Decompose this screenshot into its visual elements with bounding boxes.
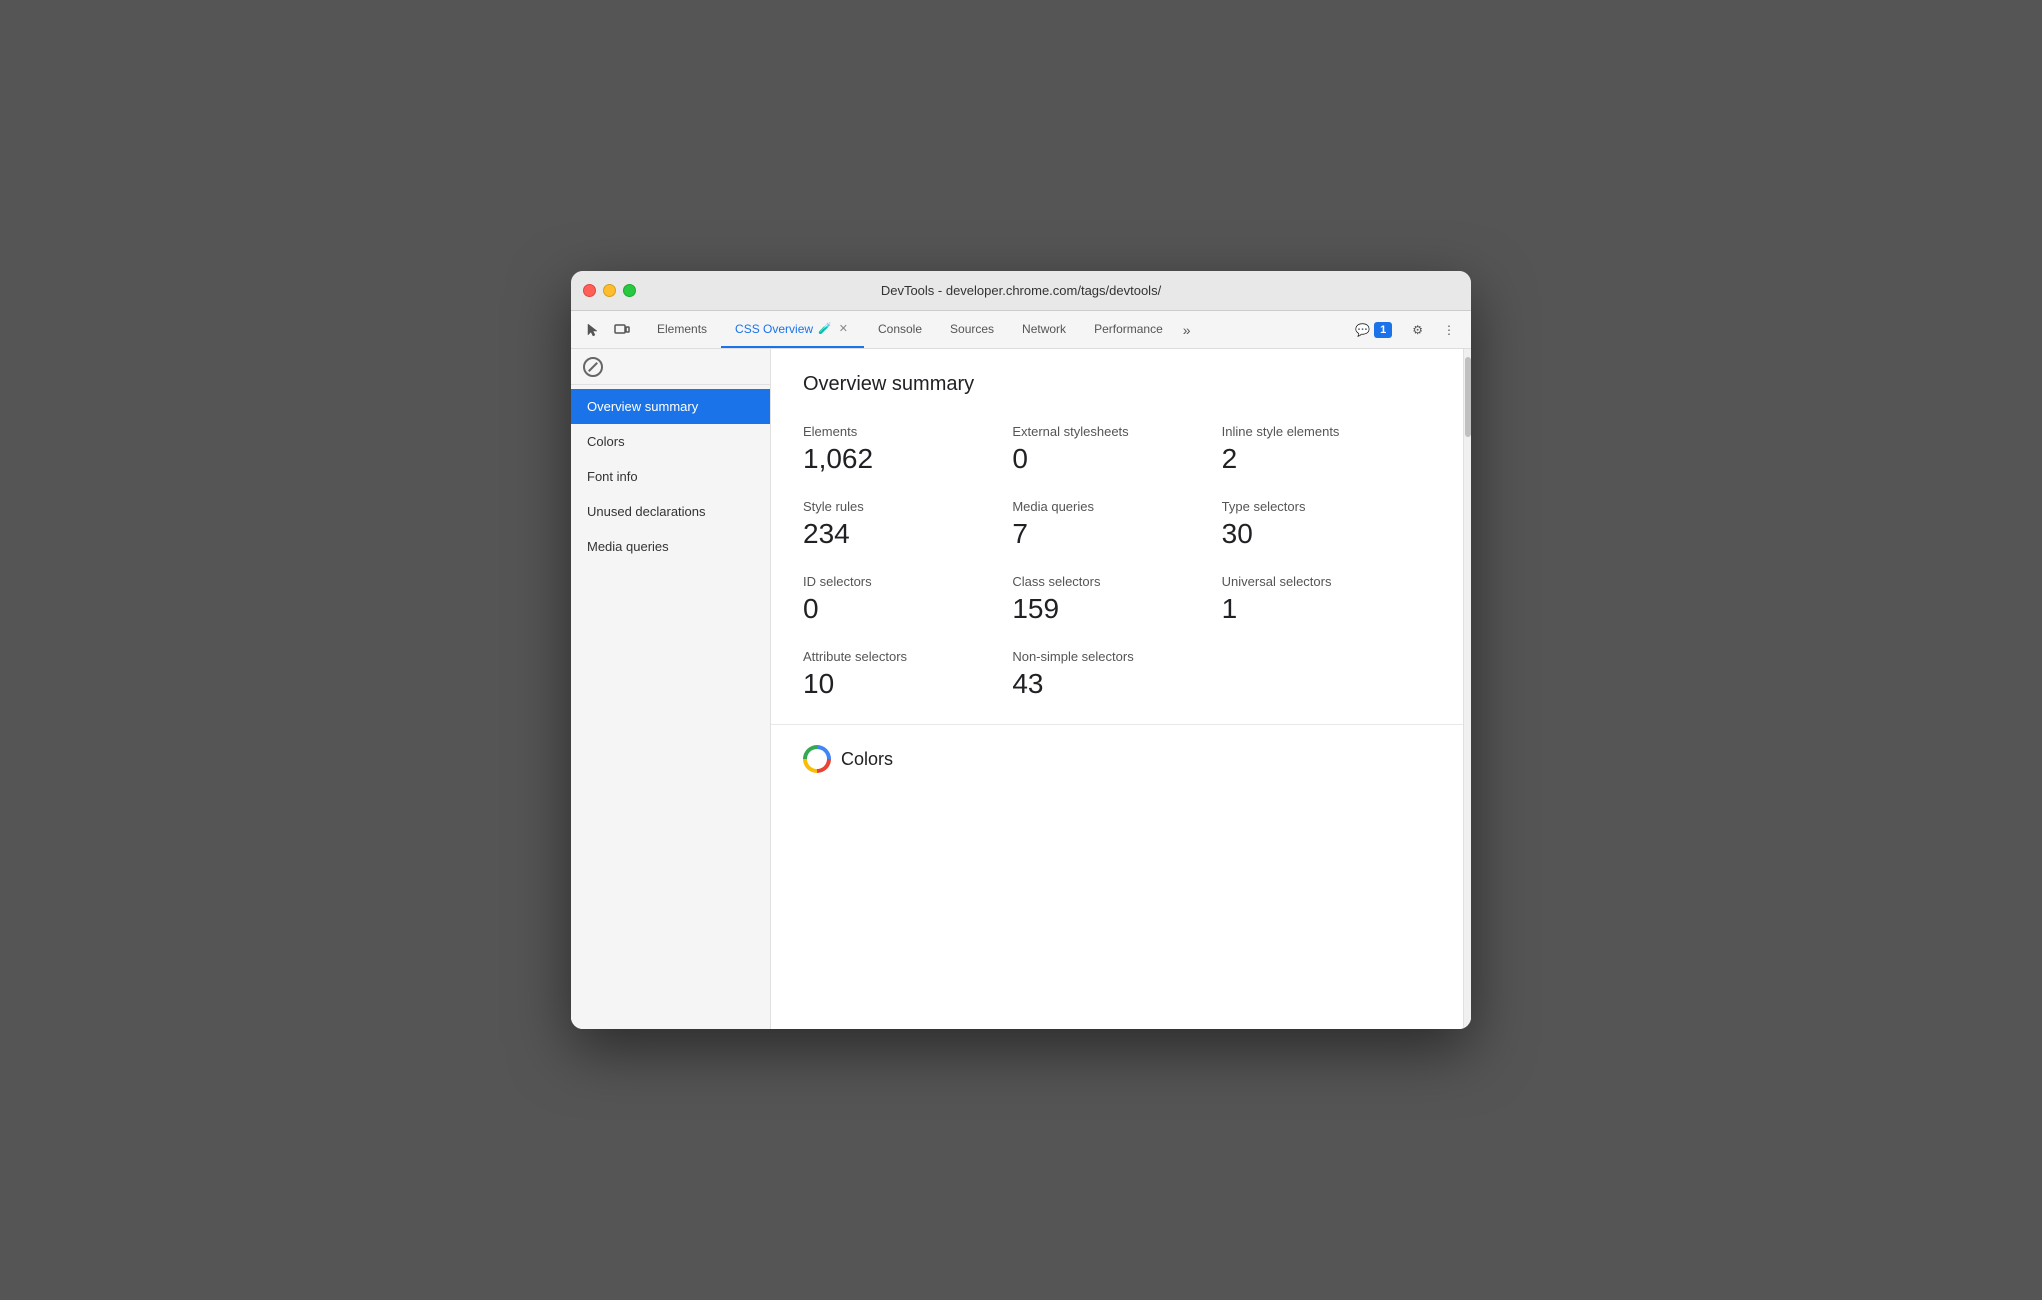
colors-section-title: Colors (841, 749, 893, 770)
tab-console-label: Console (878, 322, 922, 336)
sidebar-item-media-queries[interactable]: Media queries (571, 529, 770, 564)
scrollbar-thumb[interactable] (1465, 357, 1471, 437)
more-tabs-button[interactable]: » (1177, 311, 1197, 348)
tab-console[interactable]: Console (864, 311, 936, 348)
sidebar-item-media-queries-label: Media queries (587, 539, 669, 554)
stat-type-selectors-value: 30 (1222, 518, 1431, 550)
overview-section-title: Overview summary (803, 373, 1431, 396)
colors-header: Colors (803, 745, 1431, 773)
gear-icon: ⚙ (1412, 323, 1423, 337)
settings-button[interactable]: ⚙ (1404, 319, 1431, 341)
stat-id-selectors-label: ID selectors (803, 574, 1012, 589)
sidebar-item-overview-summary[interactable]: Overview summary (571, 389, 770, 424)
stat-inline-style-elements-label: Inline style elements (1222, 424, 1431, 439)
toolbar-right: 💬 1 ⚙ ⋮ (1347, 311, 1463, 348)
block-icon (583, 357, 603, 377)
stat-attribute-selectors-value: 10 (803, 668, 1012, 700)
stat-attribute-selectors: Attribute selectors 10 (803, 649, 1012, 700)
stat-non-simple-selectors-label: Non-simple selectors (1012, 649, 1221, 664)
chat-icon: 💬 (1355, 323, 1370, 337)
stats-grid: Elements 1,062 External stylesheets 0 In… (803, 424, 1431, 700)
stat-non-simple-selectors: Non-simple selectors 43 (1012, 649, 1221, 700)
stat-external-stylesheets: External stylesheets 0 (1012, 424, 1221, 475)
stat-style-rules-value: 234 (803, 518, 1012, 550)
device-toggle-icon[interactable] (609, 317, 635, 343)
stat-universal-selectors: Universal selectors 1 (1222, 574, 1431, 625)
more-options-button[interactable]: ⋮ (1435, 319, 1463, 341)
more-tabs-icon: » (1183, 322, 1191, 338)
scrollbar[interactable] (1463, 349, 1471, 1029)
notification-button[interactable]: 💬 1 (1347, 318, 1400, 342)
sidebar-item-colors-label: Colors (587, 434, 625, 449)
tab-close-icon[interactable]: ✕ (837, 320, 850, 337)
devtools-window: DevTools - developer.chrome.com/tags/dev… (571, 271, 1471, 1029)
stat-non-simple-selectors-value: 43 (1012, 668, 1221, 700)
close-button[interactable] (583, 284, 596, 297)
tab-bar: Elements CSS Overview 🧪 ✕ Console Source… (643, 311, 1347, 348)
sidebar-item-overview-summary-label: Overview summary (587, 399, 698, 414)
stat-class-selectors-label: Class selectors (1012, 574, 1221, 589)
stat-class-selectors-value: 159 (1012, 593, 1221, 625)
notification-badge: 1 (1374, 322, 1392, 338)
maximize-button[interactable] (623, 284, 636, 297)
window-title: DevTools - developer.chrome.com/tags/dev… (881, 283, 1161, 298)
tab-elements[interactable]: Elements (643, 311, 721, 348)
stat-media-queries-label: Media queries (1012, 499, 1221, 514)
sidebar-item-unused-declarations-label: Unused declarations (587, 504, 706, 519)
stat-elements: Elements 1,062 (803, 424, 1012, 475)
toolbar-icon-group (579, 311, 635, 348)
toolbar: Elements CSS Overview 🧪 ✕ Console Source… (571, 311, 1471, 349)
experiment-icon: 🧪 (818, 322, 832, 335)
sidebar-item-unused-declarations[interactable]: Unused declarations (571, 494, 770, 529)
tab-network-label: Network (1022, 322, 1066, 336)
stat-class-selectors: Class selectors 159 (1012, 574, 1221, 625)
stat-universal-selectors-label: Universal selectors (1222, 574, 1431, 589)
colors-section: Colors (771, 725, 1463, 793)
tab-performance-label: Performance (1094, 322, 1163, 336)
tab-network[interactable]: Network (1008, 311, 1080, 348)
sidebar-nav: Overview summary Colors Font info Unused… (571, 385, 770, 568)
stat-id-selectors-value: 0 (803, 593, 1012, 625)
tab-elements-label: Elements (657, 322, 707, 336)
stat-style-rules-label: Style rules (803, 499, 1012, 514)
tab-css-overview[interactable]: CSS Overview 🧪 ✕ (721, 311, 864, 348)
stat-elements-value: 1,062 (803, 443, 1012, 475)
sidebar-item-font-info[interactable]: Font info (571, 459, 770, 494)
overview-section: Overview summary Elements 1,062 External… (771, 349, 1463, 725)
sidebar-header (571, 349, 770, 385)
titlebar: DevTools - developer.chrome.com/tags/dev… (571, 271, 1471, 311)
stat-media-queries: Media queries 7 (1012, 499, 1221, 550)
stat-elements-label: Elements (803, 424, 1012, 439)
tab-sources-label: Sources (950, 322, 994, 336)
stat-id-selectors: ID selectors 0 (803, 574, 1012, 625)
tab-css-overview-label: CSS Overview (735, 322, 813, 336)
tab-performance[interactable]: Performance (1080, 311, 1177, 348)
tab-sources[interactable]: Sources (936, 311, 1008, 348)
stat-media-queries-value: 7 (1012, 518, 1221, 550)
stat-inline-style-elements: Inline style elements 2 (1222, 424, 1431, 475)
color-wheel-icon (803, 745, 831, 773)
kebab-menu-icon: ⋮ (1443, 323, 1455, 337)
main-content[interactable]: Overview summary Elements 1,062 External… (771, 349, 1463, 1029)
sidebar-item-font-info-label: Font info (587, 469, 638, 484)
stat-style-rules: Style rules 234 (803, 499, 1012, 550)
minimize-button[interactable] (603, 284, 616, 297)
stat-inline-style-elements-value: 2 (1222, 443, 1431, 475)
stat-type-selectors: Type selectors 30 (1222, 499, 1431, 550)
sidebar-item-colors[interactable]: Colors (571, 424, 770, 459)
sidebar: Overview summary Colors Font info Unused… (571, 349, 771, 1029)
stat-external-stylesheets-label: External stylesheets (1012, 424, 1221, 439)
cursor-icon[interactable] (579, 317, 605, 343)
traffic-lights (583, 284, 636, 297)
stat-type-selectors-label: Type selectors (1222, 499, 1431, 514)
devtools-body: Overview summary Colors Font info Unused… (571, 349, 1471, 1029)
stat-external-stylesheets-value: 0 (1012, 443, 1221, 475)
stat-universal-selectors-value: 1 (1222, 593, 1431, 625)
stat-attribute-selectors-label: Attribute selectors (803, 649, 1012, 664)
